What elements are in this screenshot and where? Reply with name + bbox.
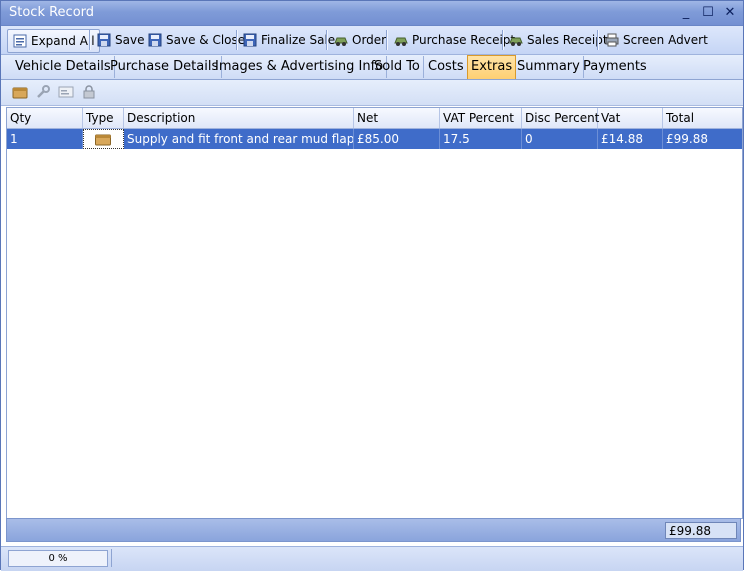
purchase-receipt-button[interactable]: Purchase Receipt	[393, 29, 515, 51]
toolbar-separator	[502, 30, 504, 50]
finalize-icon	[243, 33, 257, 47]
col-header-vat[interactable]: Vat	[598, 108, 663, 128]
car-order-icon	[334, 37, 348, 46]
title-bar[interactable]: Stock Record _ ☐ ✕	[1, 1, 743, 26]
col-header-type[interactable]: Type	[83, 108, 124, 128]
footer-total: £99.88	[665, 522, 737, 539]
maximize-icon[interactable]: ☐	[699, 4, 717, 22]
sales-receipt-label: Sales Receipt	[527, 33, 608, 47]
close-icon[interactable]: ✕	[721, 4, 739, 22]
status-bar: 0 %	[1, 546, 743, 571]
cell-vat[interactable]: £14.88	[598, 129, 663, 149]
col-header-net[interactable]: Net	[354, 108, 440, 128]
save-icon	[97, 33, 111, 47]
extras-toolbar	[1, 80, 743, 106]
grid-header: Qty Type Description Net VAT Percent Dis…	[7, 108, 742, 129]
col-header-description[interactable]: Description	[124, 108, 354, 128]
expand-icon	[13, 34, 27, 48]
toolbar-separator	[326, 30, 328, 50]
order-label: Order	[352, 33, 387, 47]
save-button[interactable]: Save	[96, 29, 144, 51]
stock-record-window: Stock Record _ ☐ ✕ Expand All Save Save …	[0, 0, 744, 571]
toolbar-separator	[236, 30, 238, 50]
tab-vehicle-details[interactable]: Vehicle Details	[12, 56, 115, 78]
add-item-icon[interactable]	[12, 84, 28, 100]
tab-strip: Vehicle Details Purchase Details Images …	[1, 55, 743, 80]
car-receipt-icon	[394, 37, 408, 46]
expand-all-button[interactable]: Expand All	[7, 29, 100, 53]
col-header-disc-percent[interactable]: Disc Percent	[522, 108, 599, 128]
finalize-sale-label: Finalize Sale	[261, 33, 336, 47]
save-close-button[interactable]: Save & Close	[147, 29, 245, 51]
tab-extras[interactable]: Extras	[467, 55, 517, 79]
col-header-vat-percent[interactable]: VAT Percent	[440, 108, 522, 128]
minimize-icon[interactable]: _	[677, 4, 695, 22]
extras-grid: Qty Type Description Net VAT Percent Dis…	[6, 107, 743, 519]
printer-icon	[605, 33, 619, 47]
expand-all-label: Expand All	[31, 34, 95, 48]
toolbar-separator	[597, 30, 599, 50]
tab-payments[interactable]: Payments	[580, 56, 650, 78]
cell-description[interactable]: Supply and fit front and rear mud flaps	[124, 129, 354, 149]
box-icon	[95, 134, 111, 146]
progress-indicator: 0 %	[8, 550, 108, 567]
toolbar-separator	[89, 30, 91, 50]
car-sales-icon	[509, 37, 523, 46]
tab-sold-to[interactable]: Sold To	[371, 56, 424, 78]
tab-purchase-details[interactable]: Purchase Details	[107, 56, 223, 78]
screen-advert-button[interactable]: Screen Advert	[604, 29, 708, 51]
main-toolbar: Expand All Save Save & Close Finalize Sa…	[1, 26, 743, 55]
col-header-qty[interactable]: Qty	[7, 108, 83, 128]
lock-icon[interactable]	[81, 84, 97, 100]
window-controls: _ ☐ ✕	[677, 4, 739, 22]
wrench-icon[interactable]	[35, 84, 51, 100]
save-close-icon	[148, 33, 162, 47]
form-icon[interactable]	[58, 84, 74, 100]
grid-footer: £99.88	[6, 518, 741, 542]
save-label: Save	[115, 33, 145, 47]
cell-total[interactable]: £99.88	[663, 129, 742, 149]
cell-vat-percent[interactable]: 17.5	[440, 129, 522, 149]
toolbar-separator	[386, 30, 388, 50]
purchase-receipt-label: Purchase Receipt	[412, 33, 516, 47]
screen-advert-label: Screen Advert	[623, 33, 708, 47]
tab-costs[interactable]: Costs	[425, 56, 468, 78]
tab-images-advertising-info[interactable]: Images & Advertising Info	[212, 56, 388, 78]
table-row[interactable]: 1 Supply and fit front and rear mud flap…	[7, 129, 742, 149]
save-close-label: Save & Close	[166, 33, 246, 47]
finalize-sale-button[interactable]: Finalize Sale	[242, 29, 335, 51]
tab-summary[interactable]: Summary	[514, 56, 584, 78]
cell-net[interactable]: £85.00	[354, 129, 440, 149]
window-title: Stock Record	[9, 5, 95, 20]
cell-disc-percent[interactable]: 0	[522, 129, 598, 149]
status-divider	[111, 549, 112, 567]
col-header-total[interactable]: Total	[663, 108, 742, 128]
order-button[interactable]: Order	[333, 29, 386, 51]
cell-type[interactable]	[83, 129, 124, 149]
cell-qty[interactable]: 1	[7, 129, 83, 149]
sales-receipt-button[interactable]: Sales Receipt	[508, 29, 608, 51]
